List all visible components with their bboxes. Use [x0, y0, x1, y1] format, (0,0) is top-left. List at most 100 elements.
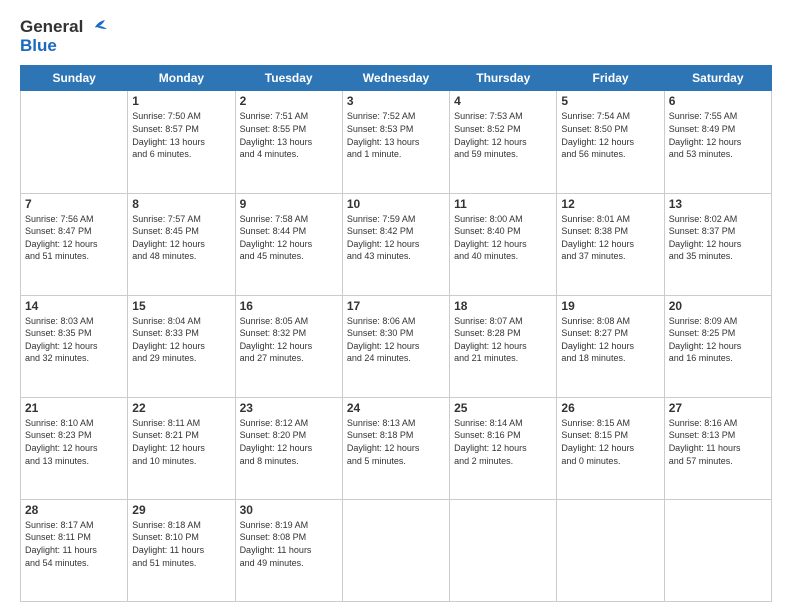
day-info: Sunrise: 7:58 AM Sunset: 8:44 PM Dayligh…: [240, 213, 338, 263]
day-info: Sunrise: 7:55 AM Sunset: 8:49 PM Dayligh…: [669, 110, 767, 160]
calendar-table: SundayMondayTuesdayWednesdayThursdayFrid…: [20, 65, 772, 602]
day-info: Sunrise: 8:07 AM Sunset: 8:28 PM Dayligh…: [454, 315, 552, 365]
calendar-cell: 27Sunrise: 8:16 AM Sunset: 8:13 PM Dayli…: [664, 397, 771, 499]
day-info: Sunrise: 8:12 AM Sunset: 8:20 PM Dayligh…: [240, 417, 338, 467]
calendar-cell: 12 Sunrise: 8:01 AM Sunset: 8:38 PM Dayli…: [557, 193, 664, 295]
day-number: 8: [132, 197, 230, 211]
day-info: Sunrise: 8:18 AM Sunset: 8:10 PM Dayligh…: [132, 519, 230, 569]
day-number: 22: [132, 401, 230, 415]
day-number: 15: [132, 299, 230, 313]
day-number: 28: [25, 503, 123, 517]
weekday-header: Saturday: [664, 66, 771, 91]
day-number: 10: [347, 197, 445, 211]
calendar-cell: 7 Sunrise: 7:56 AM Sunset: 8:47 PM Daylig…: [21, 193, 128, 295]
day-info: Sunrise: 8:11 AM Sunset: 8:21 PM Dayligh…: [132, 417, 230, 467]
day-number: 1: [132, 94, 230, 108]
calendar-cell: 26 Sunrise: 8:15 AM Sunset: 8:15 PM Dayli…: [557, 397, 664, 499]
calendar-cell: 4 Sunrise: 7:53 AM Sunset: 8:52 PM Daylig…: [450, 91, 557, 193]
calendar-cell: 19 Sunrise: 8:08 AM Sunset: 8:27 PM Dayli…: [557, 295, 664, 397]
day-number: 14: [25, 299, 123, 313]
calendar-cell: 3 Sunrise: 7:52 AM Sunset: 8:53 PM Daylig…: [342, 91, 449, 193]
day-number: 20: [669, 299, 767, 313]
day-number: 21: [25, 401, 123, 415]
calendar-cell: 14 Sunrise: 8:03 AM Sunset: 8:35 PM Dayli…: [21, 295, 128, 397]
calendar-cell: 1 Sunrise: 7:50 AM Sunset: 8:57 PM Daylig…: [128, 91, 235, 193]
calendar-cell: 18 Sunrise: 8:07 AM Sunset: 8:28 PM Dayli…: [450, 295, 557, 397]
calendar-cell: 20 Sunrise: 8:09 AM Sunset: 8:25 PM Dayli…: [664, 295, 771, 397]
day-info: Sunrise: 8:06 AM Sunset: 8:30 PM Dayligh…: [347, 315, 445, 365]
day-info: Sunrise: 8:09 AM Sunset: 8:25 PM Dayligh…: [669, 315, 767, 365]
calendar-cell: [557, 499, 664, 601]
day-info: Sunrise: 8:15 AM Sunset: 8:15 PM Dayligh…: [561, 417, 659, 467]
day-info: Sunrise: 8:02 AM Sunset: 8:37 PM Dayligh…: [669, 213, 767, 263]
bird-icon: [85, 19, 107, 35]
day-info: Sunrise: 8:19 AM Sunset: 8:08 PM Dayligh…: [240, 519, 338, 569]
calendar-cell: [664, 499, 771, 601]
weekday-header: Tuesday: [235, 66, 342, 91]
day-number: 3: [347, 94, 445, 108]
day-info: Sunrise: 7:52 AM Sunset: 8:53 PM Dayligh…: [347, 110, 445, 160]
day-number: 26: [561, 401, 659, 415]
day-info: Sunrise: 7:51 AM Sunset: 8:55 PM Dayligh…: [240, 110, 338, 160]
day-info: Sunrise: 7:59 AM Sunset: 8:42 PM Dayligh…: [347, 213, 445, 263]
calendar-cell: 10 Sunrise: 7:59 AM Sunset: 8:42 PM Dayli…: [342, 193, 449, 295]
day-number: 12: [561, 197, 659, 211]
day-info: Sunrise: 8:10 AM Sunset: 8:23 PM Dayligh…: [25, 417, 123, 467]
day-info: Sunrise: 7:50 AM Sunset: 8:57 PM Dayligh…: [132, 110, 230, 160]
day-number: 23: [240, 401, 338, 415]
day-number: 24: [347, 401, 445, 415]
day-info: Sunrise: 7:53 AM Sunset: 8:52 PM Dayligh…: [454, 110, 552, 160]
day-number: 16: [240, 299, 338, 313]
day-number: 19: [561, 299, 659, 313]
day-number: 2: [240, 94, 338, 108]
day-number: 29: [132, 503, 230, 517]
calendar-cell: 23 Sunrise: 8:12 AM Sunset: 8:20 PM Dayli…: [235, 397, 342, 499]
calendar-cell: 8 Sunrise: 7:57 AM Sunset: 8:45 PM Daylig…: [128, 193, 235, 295]
calendar-cell: 22 Sunrise: 8:11 AM Sunset: 8:21 PM Dayli…: [128, 397, 235, 499]
calendar-cell: 9 Sunrise: 7:58 AM Sunset: 8:44 PM Daylig…: [235, 193, 342, 295]
calendar-cell: 15 Sunrise: 8:04 AM Sunset: 8:33 PM Dayli…: [128, 295, 235, 397]
day-info: Sunrise: 8:16 AM Sunset: 8:13 PM Dayligh…: [669, 417, 767, 467]
calendar-cell: 11 Sunrise: 8:00 AM Sunset: 8:40 PM Dayli…: [450, 193, 557, 295]
day-info: Sunrise: 8:13 AM Sunset: 8:18 PM Dayligh…: [347, 417, 445, 467]
day-number: 6: [669, 94, 767, 108]
day-info: Sunrise: 8:04 AM Sunset: 8:33 PM Dayligh…: [132, 315, 230, 365]
calendar-cell: 24 Sunrise: 8:13 AM Sunset: 8:18 PM Dayli…: [342, 397, 449, 499]
day-info: Sunrise: 8:08 AM Sunset: 8:27 PM Dayligh…: [561, 315, 659, 365]
logo: GeneralBlue: [20, 18, 107, 55]
day-info: Sunrise: 8:17 AM Sunset: 8:11 PM Dayligh…: [25, 519, 123, 569]
day-number: 11: [454, 197, 552, 211]
day-info: Sunrise: 7:56 AM Sunset: 8:47 PM Dayligh…: [25, 213, 123, 263]
weekday-header: Wednesday: [342, 66, 449, 91]
day-number: 18: [454, 299, 552, 313]
day-number: 7: [25, 197, 123, 211]
day-number: 17: [347, 299, 445, 313]
calendar-cell: 16 Sunrise: 8:05 AM Sunset: 8:32 PM Dayli…: [235, 295, 342, 397]
day-number: 9: [240, 197, 338, 211]
calendar-cell: 17 Sunrise: 8:06 AM Sunset: 8:30 PM Dayli…: [342, 295, 449, 397]
calendar-cell: 13Sunrise: 8:02 AM Sunset: 8:37 PM Dayli…: [664, 193, 771, 295]
weekday-header: Sunday: [21, 66, 128, 91]
calendar-cell: 28 Sunrise: 8:17 AM Sunset: 8:11 PM Dayli…: [21, 499, 128, 601]
day-info: Sunrise: 7:54 AM Sunset: 8:50 PM Dayligh…: [561, 110, 659, 160]
day-info: Sunrise: 8:14 AM Sunset: 8:16 PM Dayligh…: [454, 417, 552, 467]
day-info: Sunrise: 7:57 AM Sunset: 8:45 PM Dayligh…: [132, 213, 230, 263]
calendar-cell: 2 Sunrise: 7:51 AM Sunset: 8:55 PM Daylig…: [235, 91, 342, 193]
calendar-cell: 30Sunrise: 8:19 AM Sunset: 8:08 PM Dayli…: [235, 499, 342, 601]
calendar-cell: 6 Sunrise: 7:55 AM Sunset: 8:49 PM Daylig…: [664, 91, 771, 193]
calendar-cell: 21 Sunrise: 8:10 AM Sunset: 8:23 PM Dayli…: [21, 397, 128, 499]
day-number: 25: [454, 401, 552, 415]
calendar-cell: 5 Sunrise: 7:54 AM Sunset: 8:50 PM Daylig…: [557, 91, 664, 193]
day-info: Sunrise: 8:05 AM Sunset: 8:32 PM Dayligh…: [240, 315, 338, 365]
header: GeneralBlue: [20, 18, 772, 55]
day-info: Sunrise: 8:00 AM Sunset: 8:40 PM Dayligh…: [454, 213, 552, 263]
page: GeneralBlue SundayMondayTuesdayWednesday…: [0, 0, 792, 612]
weekday-header: Thursday: [450, 66, 557, 91]
day-number: 4: [454, 94, 552, 108]
calendar-cell: 29 Sunrise: 8:18 AM Sunset: 8:10 PM Dayli…: [128, 499, 235, 601]
logo-text: GeneralBlue: [20, 18, 107, 55]
day-number: 5: [561, 94, 659, 108]
weekday-header: Friday: [557, 66, 664, 91]
day-info: Sunrise: 8:03 AM Sunset: 8:35 PM Dayligh…: [25, 315, 123, 365]
day-info: Sunrise: 8:01 AM Sunset: 8:38 PM Dayligh…: [561, 213, 659, 263]
